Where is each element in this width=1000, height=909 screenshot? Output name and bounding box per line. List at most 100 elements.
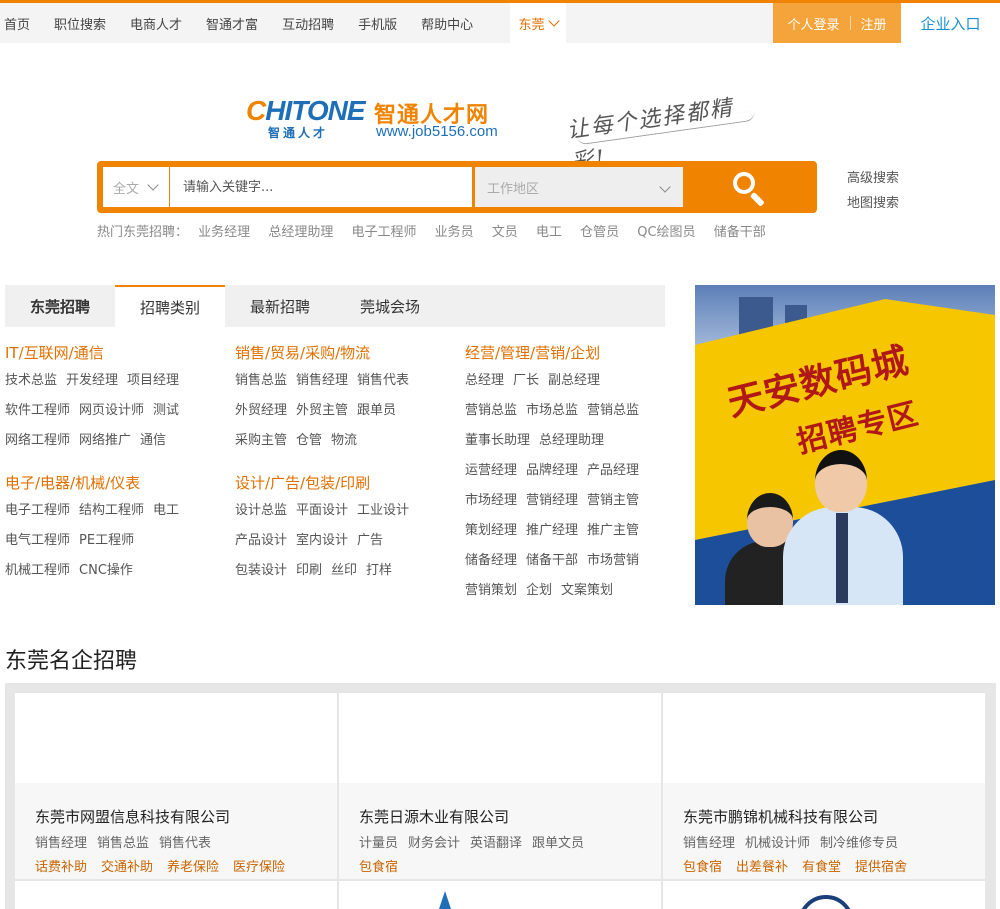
- category-link[interactable]: 项目经理: [127, 373, 179, 388]
- work-area-select[interactable]: 工作地区: [475, 167, 683, 207]
- category-link[interactable]: 销售代表: [357, 373, 409, 388]
- category-link[interactable]: PE工程师: [79, 533, 134, 548]
- city-selector[interactable]: 东莞: [510, 3, 566, 43]
- category-link[interactable]: 推广经理: [526, 523, 578, 538]
- job-link[interactable]: 跟单文员: [532, 836, 584, 851]
- category-link[interactable]: 广告: [357, 533, 383, 548]
- category-link[interactable]: 销售经理: [296, 373, 348, 388]
- category-link[interactable]: 打样: [366, 563, 392, 578]
- job-link[interactable]: 英语翻译: [470, 836, 522, 851]
- category-link[interactable]: 网页设计师: [79, 403, 144, 418]
- category-link[interactable]: 营销策划: [465, 583, 517, 598]
- job-link[interactable]: 计量员: [359, 836, 398, 851]
- category-title[interactable]: 设计/广告/包装/印刷: [235, 470, 465, 496]
- company-card[interactable]: [15, 881, 337, 909]
- hot-item[interactable]: QC绘图员: [637, 225, 695, 240]
- category-link[interactable]: 结构工程师: [79, 503, 144, 518]
- hot-item[interactable]: 业务经理: [198, 225, 250, 240]
- category-link[interactable]: 室内设计: [296, 533, 348, 548]
- personal-login-link[interactable]: 个人登录: [787, 14, 839, 33]
- nav-interactive-recruit[interactable]: 互动招聘: [282, 14, 334, 33]
- category-link[interactable]: 产品经理: [587, 463, 639, 478]
- company-card[interactable]: 东莞市网盟信息科技有限公司 销售经理 销售总监 销售代表 话费补助 交通补助 养老保险医…: [15, 693, 337, 879]
- company-name[interactable]: 东莞市鹏锦机械科技有限公司: [683, 806, 878, 827]
- category-link[interactable]: 产品设计: [235, 533, 287, 548]
- category-link[interactable]: 丝印: [331, 563, 357, 578]
- category-link[interactable]: 运营经理: [465, 463, 517, 478]
- nav-mobile[interactable]: 手机版: [358, 14, 397, 33]
- register-link[interactable]: 注册: [861, 14, 887, 33]
- category-link[interactable]: 网络工程师: [5, 433, 70, 448]
- category-link[interactable]: 设计总监: [235, 503, 287, 518]
- tab-latest-recruit[interactable]: 最新招聘: [225, 285, 335, 327]
- nav-zhitong-wealth[interactable]: 智通才富: [206, 14, 258, 33]
- job-link[interactable]: 销售代表: [159, 836, 211, 851]
- enterprise-entry-link[interactable]: 企业入口: [901, 3, 1000, 43]
- nav-ecommerce-talent[interactable]: 电商人才: [130, 14, 182, 33]
- tianan-digital-city-banner[interactable]: 天安数码城 招聘专区: [695, 285, 995, 605]
- category-link[interactable]: 测试: [153, 403, 179, 418]
- category-link[interactable]: 文案策划: [561, 583, 613, 598]
- category-link[interactable]: 储备经理: [465, 553, 517, 568]
- nav-job-search[interactable]: 职位搜索: [54, 14, 106, 33]
- category-link[interactable]: 跟单员: [357, 403, 396, 418]
- category-link[interactable]: 电子工程师: [5, 503, 70, 518]
- job-link[interactable]: 销售经理: [683, 836, 735, 851]
- category-link[interactable]: 厂长: [513, 373, 539, 388]
- category-link[interactable]: 企划: [526, 583, 552, 598]
- category-link[interactable]: 工业设计: [357, 503, 409, 518]
- category-link[interactable]: 营销总监: [587, 403, 639, 418]
- category-link[interactable]: 市场营销: [587, 553, 639, 568]
- category-title[interactable]: 销售/贸易/采购/物流: [235, 340, 465, 366]
- category-title[interactable]: 电子/电器/机械/仪表: [5, 470, 235, 496]
- tab-recruit-category[interactable]: 招聘类别: [115, 285, 225, 327]
- category-link[interactable]: 机械工程师: [5, 563, 70, 578]
- search-button[interactable]: [683, 161, 817, 213]
- category-link[interactable]: 电气工程师: [5, 533, 70, 548]
- category-link[interactable]: 副总经理: [548, 373, 600, 388]
- category-link[interactable]: 总经理助理: [539, 433, 604, 448]
- category-link[interactable]: 包装设计: [235, 563, 287, 578]
- hot-item[interactable]: 文员: [492, 225, 518, 240]
- category-link[interactable]: 外贸经理: [235, 403, 287, 418]
- category-link[interactable]: 技术总监: [5, 373, 57, 388]
- category-title[interactable]: IT/互联网/通信: [5, 340, 235, 366]
- category-link[interactable]: 网络推广: [79, 433, 131, 448]
- category-link[interactable]: 营销经理: [526, 493, 578, 508]
- category-link[interactable]: 软件工程师: [5, 403, 70, 418]
- category-link[interactable]: 品牌经理: [526, 463, 578, 478]
- category-link[interactable]: 营销主管: [587, 493, 639, 508]
- company-card[interactable]: [663, 881, 985, 909]
- map-search-link[interactable]: 地图搜索: [847, 191, 899, 216]
- nav-home[interactable]: 首页: [4, 14, 30, 33]
- category-link[interactable]: 董事长助理: [465, 433, 530, 448]
- hot-item[interactable]: 业务员: [435, 225, 474, 240]
- category-link[interactable]: 平面设计: [296, 503, 348, 518]
- hot-item[interactable]: 总经理助理: [268, 225, 333, 240]
- hot-item[interactable]: 仓管员: [580, 225, 619, 240]
- hot-item[interactable]: 电子工程师: [351, 225, 416, 240]
- category-link[interactable]: 总经理: [465, 373, 504, 388]
- company-card[interactable]: 东莞日源木业有限公司 计量员 财务会计 英语翻译 跟单文员 包食宿: [339, 693, 661, 879]
- category-link[interactable]: 营销总监: [465, 403, 517, 418]
- category-link[interactable]: 策划经理: [465, 523, 517, 538]
- company-name[interactable]: 东莞日源木业有限公司: [359, 806, 509, 827]
- category-link[interactable]: 仓管: [296, 433, 322, 448]
- category-link[interactable]: 推广主管: [587, 523, 639, 538]
- search-input[interactable]: [170, 167, 472, 207]
- company-card[interactable]: 东莞市鹏锦机械科技有限公司 销售经理 机械设计师 制冷维修专员 包食宿 出差餐补 有食堂…: [663, 693, 985, 879]
- job-link[interactable]: 财务会计: [408, 836, 460, 851]
- search-type-select[interactable]: 全文: [103, 167, 169, 207]
- category-link[interactable]: 市场总监: [526, 403, 578, 418]
- company-name[interactable]: 东莞市网盟信息科技有限公司: [35, 806, 230, 827]
- category-link[interactable]: 通信: [140, 433, 166, 448]
- category-link[interactable]: CNC操作: [79, 563, 133, 578]
- category-link[interactable]: 物流: [331, 433, 357, 448]
- category-link[interactable]: 电工: [153, 503, 179, 518]
- site-logo[interactable]: CHITONE 智通人才 智通人才网 www.job5156.com 让每个选择…: [246, 93, 766, 175]
- category-link[interactable]: 外贸主管: [296, 403, 348, 418]
- advanced-search-link[interactable]: 高级搜索: [847, 166, 899, 191]
- category-link[interactable]: 销售总监: [235, 373, 287, 388]
- nav-help-center[interactable]: 帮助中心: [421, 14, 473, 33]
- job-link[interactable]: 销售总监: [97, 836, 149, 851]
